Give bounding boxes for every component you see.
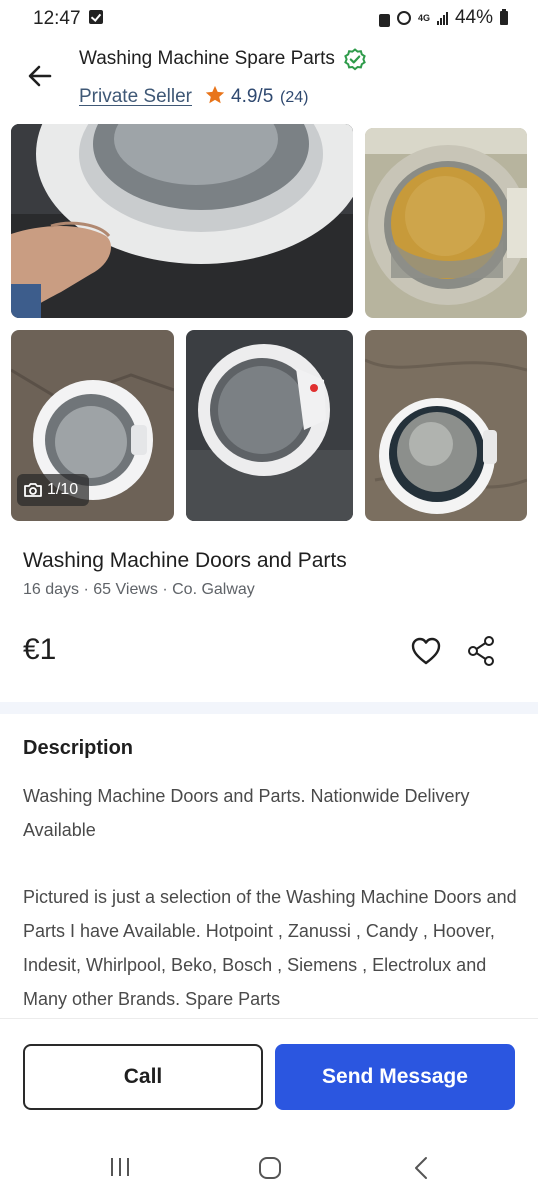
signal-icon: [436, 11, 448, 25]
listing-photo-5[interactable]: [365, 330, 527, 521]
send-message-button[interactable]: Send Message: [275, 1044, 515, 1110]
description-paragraph-2: Pictured is just a selection of the Wash…: [23, 887, 517, 1009]
nav-back-icon[interactable]: [412, 1156, 430, 1180]
seller-header: Washing Machine Spare Parts Private Sell…: [0, 36, 538, 124]
seller-type-link[interactable]: Private Seller: [79, 86, 192, 108]
system-nav-bar: [0, 1130, 538, 1200]
status-time: 12:47: [33, 8, 81, 29]
description-heading: Description: [23, 737, 134, 759]
battery-level: 44%: [454, 7, 493, 28]
share-icon[interactable]: [466, 635, 496, 667]
listing-price: €1: [23, 633, 57, 666]
description-paragraph-1: Washing Machine Doors and Parts. Nationw…: [23, 786, 470, 840]
listing-photo-main[interactable]: [11, 124, 353, 318]
listing-photo-4[interactable]: [186, 330, 353, 521]
photo-counter-text: 1/10: [47, 481, 79, 498]
recent-apps-icon[interactable]: [108, 1157, 132, 1177]
camera-icon: [24, 483, 42, 497]
action-bar: Call Send Message: [0, 1018, 538, 1130]
verified-badge-icon: [344, 48, 366, 71]
seller-rating[interactable]: 4.9/5: [231, 86, 273, 108]
home-icon[interactable]: [258, 1156, 282, 1180]
lock-icon: [378, 13, 390, 27]
listing-meta: 16 days · 65 Views · Co. Galway: [23, 581, 255, 598]
network-type: 4G: [417, 12, 430, 23]
section-divider: [0, 702, 538, 714]
photo-counter[interactable]: 1/10: [17, 474, 89, 506]
status-icons: 4G 44%: [378, 7, 508, 29]
alarm-icon: [396, 11, 411, 25]
listing-title: Washing Machine Doors and Parts: [23, 549, 347, 572]
status-bar: 12:47 4G 44%: [0, 0, 538, 36]
star-icon: [205, 85, 225, 104]
listing-photo-2[interactable]: [365, 128, 527, 318]
notification-check-icon: [89, 10, 103, 24]
heart-icon[interactable]: [410, 636, 442, 666]
back-arrow-icon[interactable]: [24, 60, 56, 92]
seller-review-count[interactable]: (24): [280, 89, 308, 107]
seller-name[interactable]: Washing Machine Spare Parts: [79, 48, 335, 70]
battery-icon: [500, 9, 508, 25]
call-button[interactable]: Call: [23, 1044, 263, 1110]
